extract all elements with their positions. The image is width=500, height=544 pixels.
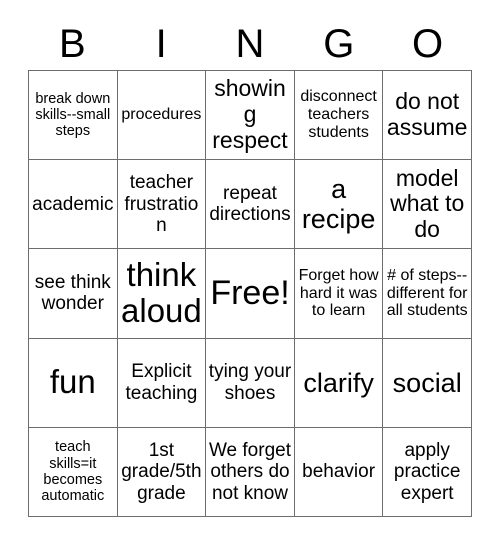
bingo-cell-label: academic <box>32 193 114 215</box>
header-letter-b: B <box>59 22 86 66</box>
bingo-cell-label: Explicit teaching <box>125 361 198 404</box>
bingo-cell-o3[interactable]: # of steps--different for all students <box>383 249 472 339</box>
bingo-cell-label: break down skills--small steps <box>35 90 111 140</box>
bingo-cell-o1[interactable]: do not assume <box>383 71 472 161</box>
bingo-cell-b2[interactable]: academic <box>29 160 118 250</box>
bingo-cell-label: tying your shoes <box>208 361 292 404</box>
bingo-cell-i4[interactable]: Explicit teaching <box>117 338 207 428</box>
bingo-cell-label: disconnect teachers students <box>300 88 377 142</box>
bingo-cell-label: apply practice expert <box>393 439 461 504</box>
bingo-cell-b5[interactable]: teach skills=it becomes automatic <box>29 427 118 517</box>
bingo-cell-label: fun <box>49 363 96 401</box>
free-space-label: Free! <box>210 274 290 313</box>
bingo-cell-label: repeat directions <box>209 183 291 226</box>
bingo-cell-g2[interactable]: a recipe <box>294 160 384 250</box>
bingo-cell-g4[interactable]: clarify <box>294 338 384 428</box>
bingo-cell-i3[interactable]: think aloud <box>117 249 207 339</box>
header-letter-n: N <box>235 22 265 66</box>
bingo-cell-i5[interactable]: 1st grade/5th grade <box>117 427 207 517</box>
bingo-cell-o4[interactable]: social <box>383 338 472 428</box>
bingo-cell-o5[interactable]: apply practice expert <box>383 427 472 517</box>
header-letter-g: G <box>323 22 355 66</box>
bingo-cell-label: think aloud <box>121 255 202 330</box>
bingo-cell-i2[interactable]: teacher frustration <box>117 160 207 250</box>
bingo-grid: break down skills--small steps procedure… <box>28 70 472 517</box>
bingo-card: B I N G O break down skills--small steps… <box>0 0 500 544</box>
bingo-cell-label: 1st grade/5th grade <box>121 439 202 504</box>
bingo-header: B I N G O <box>28 18 472 70</box>
bingo-cell-label: a recipe <box>301 174 376 235</box>
bingo-cell-n1[interactable]: showing respect <box>206 71 295 161</box>
bingo-cell-g3[interactable]: Forget how hard it was to learn <box>294 249 384 339</box>
bingo-cell-i1[interactable]: procedures <box>117 71 207 161</box>
bingo-cell-label: see think wonder <box>34 272 111 315</box>
bingo-cell-label: social <box>392 367 462 398</box>
bingo-cell-label: model what to do <box>390 164 465 243</box>
bingo-cell-b4[interactable]: fun <box>29 338 118 428</box>
header-letter-o: O <box>412 22 444 66</box>
bingo-cell-label: teach skills=it becomes automatic <box>41 439 105 505</box>
bingo-cell-label: clarify <box>303 367 374 398</box>
bingo-cell-b3[interactable]: see think wonder <box>29 249 118 339</box>
bingo-cell-label: # of steps--different for all students <box>386 266 468 320</box>
bingo-cell-label: We forget others do not know <box>208 439 291 504</box>
bingo-cell-label: Forget how hard it was to learn <box>298 266 379 320</box>
bingo-cell-label: do not assume <box>386 88 468 141</box>
bingo-cell-b1[interactable]: break down skills--small steps <box>29 71 118 161</box>
bingo-cell-g1[interactable]: disconnect teachers students <box>294 71 384 161</box>
bingo-cell-free-space[interactable]: Free! <box>206 249 295 339</box>
bingo-cell-label: teacher frustration <box>124 172 199 236</box>
bingo-cell-n5[interactable]: We forget others do not know <box>206 427 295 517</box>
header-letter-i: I <box>155 22 167 66</box>
bingo-cell-n4[interactable]: tying your shoes <box>206 338 295 428</box>
bingo-cell-label: showing respect <box>212 75 288 153</box>
bingo-cell-o2[interactable]: model what to do <box>383 160 472 250</box>
bingo-cell-label: behavior <box>302 461 376 483</box>
bingo-cell-n2[interactable]: repeat directions <box>206 160 295 250</box>
bingo-cell-label: procedures <box>121 106 202 124</box>
bingo-cell-g5[interactable]: behavior <box>294 427 384 517</box>
